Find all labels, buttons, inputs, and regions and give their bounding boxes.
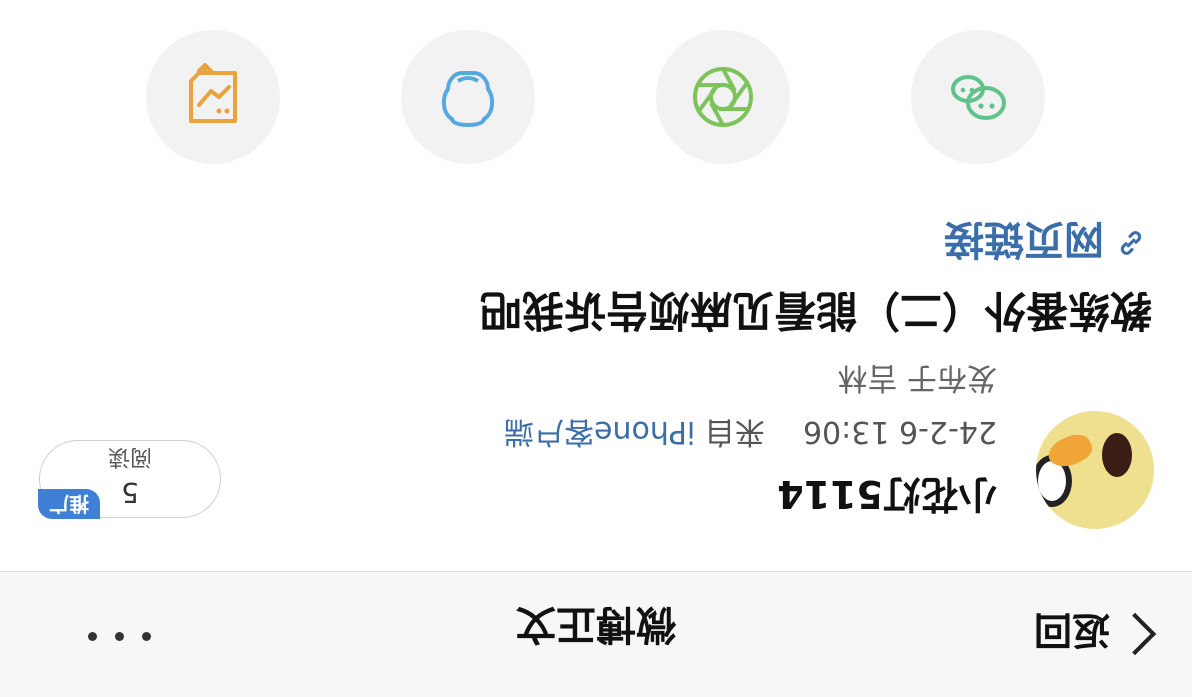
qzone-chart-icon — [189, 63, 237, 123]
moments-icon — [693, 67, 753, 127]
more-options-button[interactable] — [88, 632, 151, 641]
more-dot-icon — [88, 632, 97, 641]
web-link[interactable]: 网页链接 — [944, 214, 1148, 272]
avatar-eye-left — [1102, 433, 1132, 477]
post-title: 教练番外（二）能看见麻烦告诉我吧 — [479, 286, 1152, 335]
share-qzone-button[interactable] — [146, 30, 280, 164]
link-icon — [1120, 231, 1142, 255]
wechat-icon — [951, 75, 1006, 120]
nav-title: 微博正文 — [516, 601, 676, 647]
share-wechat-button[interactable] — [911, 30, 1045, 164]
post-source[interactable]: iPhone客户端 — [504, 414, 695, 449]
navigation-bar: 返回 微博正文 — [0, 571, 1192, 697]
promote-tag[interactable]: 推广 — [38, 489, 100, 519]
share-moments-button[interactable] — [656, 30, 790, 164]
post-meta: 24-2-6 13:06 来自 iPhone客户端 — [504, 413, 997, 457]
source-prefix: 来自 — [704, 414, 765, 449]
avatar[interactable] — [1036, 411, 1154, 529]
more-dot-icon — [115, 632, 124, 641]
post-location: 发布于 吉林 — [837, 360, 997, 395]
web-link-label: 网页链接 — [944, 216, 1104, 262]
read-label: 阅读 — [108, 444, 153, 469]
more-dot-icon — [142, 632, 151, 641]
share-qq-button[interactable] — [401, 30, 535, 164]
weibo-post-page: 返回 微博正文 小花灯5114 24-2-6 13:06 来自 iPhone客户… — [0, 0, 1192, 697]
qq-icon — [441, 71, 495, 127]
author-name[interactable]: 小花灯5114 — [777, 470, 997, 525]
post-datetime: 24-2-6 13:06 — [803, 414, 997, 449]
